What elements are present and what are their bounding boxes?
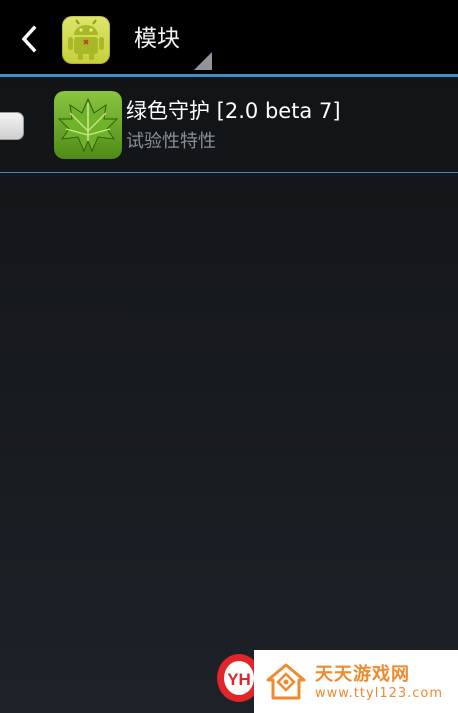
- watermark: YH 天天游戏网 www.ttyl123.com: [215, 650, 458, 713]
- list-divider: [0, 172, 458, 173]
- page-title[interactable]: 模块: [134, 22, 180, 56]
- watermark-logo-icon: YH: [217, 654, 259, 702]
- spinner-indicator-icon[interactable]: [194, 52, 212, 70]
- chevron-left-icon[interactable]: [14, 24, 44, 54]
- house-icon: [266, 663, 306, 700]
- module-description: 试验性特性: [126, 131, 216, 152]
- module-name: 绿色守护 [2.0 beta 7]: [126, 99, 341, 123]
- watermark-site-url: www.ttyl123.com: [315, 686, 444, 701]
- module-enable-checkbox[interactable]: [0, 112, 24, 140]
- watermark-logo-text: YH: [227, 670, 251, 689]
- watermark-site-name: 天天游戏网: [315, 664, 410, 685]
- green-leaf-icon: [54, 91, 122, 159]
- action-bar: 模块: [0, 0, 458, 74]
- list-item[interactable]: 绿色守护 [2.0 beta 7] 试验性特性: [0, 77, 458, 172]
- android-robot-icon[interactable]: [62, 16, 110, 64]
- watermark-panel: 天天游戏网 www.ttyl123.com: [254, 650, 458, 713]
